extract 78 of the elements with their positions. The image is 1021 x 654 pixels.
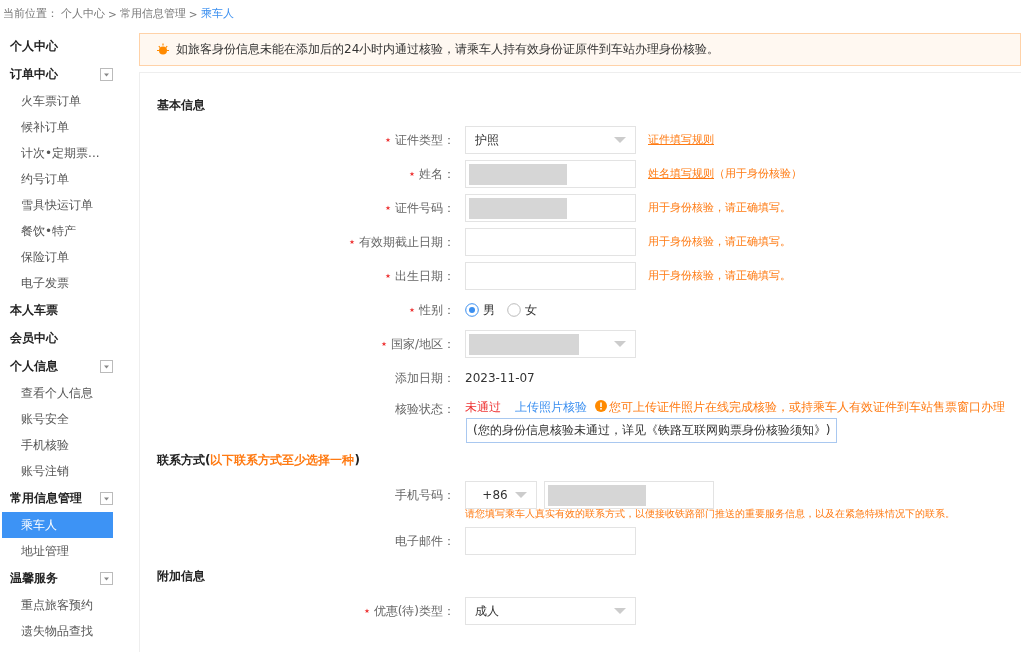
sidebar-item[interactable]: 保险订单 (2, 244, 113, 270)
field-label: 有效期截止日期： (359, 233, 455, 251)
input-field[interactable] (465, 194, 636, 222)
sidebar-item[interactable]: 计次•定期票... (2, 140, 113, 166)
hint-text: 用于身份核验，请正确填写。 (648, 269, 791, 281)
section-note: 以下联系方式至少选择一种 (210, 451, 355, 469)
notice-text: 如旅客身份信息未能在添加后的24小时内通过核验，请乘车人持有效身份证原件到车站办理身份核验。 (176, 41, 720, 58)
field-label: 核验状态： (395, 400, 455, 418)
select-field[interactable] (465, 330, 636, 358)
field-label: 证件号码： (395, 199, 455, 217)
sidebar-item[interactable]: 火车票订单 (2, 88, 113, 114)
sidebar-item[interactable]: 雪具快运订单 (2, 192, 113, 218)
collapse-icon[interactable] (100, 359, 113, 373)
sidebar-heading[interactable]: 本人车票 (10, 301, 58, 319)
breadcrumb-separator: > (108, 8, 117, 20)
sidebar-item[interactable]: 账号注销 (2, 458, 113, 484)
sidebar-heading[interactable]: 订单中心 (10, 65, 58, 83)
upload-link[interactable]: 上传照片核验 (515, 400, 587, 415)
hint-text: 用于身份核验，请正确填写。 (648, 235, 791, 247)
breadcrumb-separator: > (188, 8, 198, 20)
collapse-icon[interactable] (100, 571, 113, 585)
select-field[interactable]: 成人 (465, 597, 636, 625)
dropdown-arrow-icon (614, 608, 626, 614)
field-label: 国家/地区： (390, 335, 455, 353)
input-field[interactable] (465, 527, 636, 555)
collapse-icon[interactable] (100, 491, 113, 505)
dropdown-arrow-icon (614, 137, 626, 143)
hint-text: （用于身份核验） (714, 167, 802, 179)
field-label: 添加日期： (395, 369, 455, 387)
dropdown-arrow-icon (515, 492, 527, 498)
hint-text: 请您填写乘车人真实有效的联系方式，以便接收铁路部门推送的重要服务信息，以及在紧急特殊情况下的联系。 (465, 508, 955, 519)
field-label: 证件类型： (395, 131, 455, 149)
sidebar-heading[interactable]: 温馨服务 (10, 569, 58, 587)
sidebar-item[interactable]: 遗失物品查找 (2, 618, 113, 644)
sidebar-item[interactable]: 候补订单 (2, 114, 113, 140)
tooltip: (您的身份信息核验未通过，详见《铁路互联网购票身份核验须知》) (466, 417, 838, 443)
sidebar-item[interactable]: 查看个人信息 (2, 380, 113, 406)
section-title-end: ) (354, 453, 360, 467)
hint-text: 用于身份核验，请正确填写。 (648, 201, 791, 213)
sidebar-item[interactable]: 账号安全 (2, 406, 113, 432)
sidebar-item[interactable]: 约号订单 (2, 166, 113, 192)
input-field[interactable] (465, 228, 636, 256)
breadcrumb-label: 当前位置： (3, 7, 58, 21)
field-label: 姓名： (419, 165, 455, 183)
section-title: 附加信息 (157, 567, 205, 585)
section-title: 联系方式( (157, 451, 211, 469)
exclamation-icon (595, 400, 607, 412)
collapse-icon[interactable] (100, 67, 113, 81)
sidebar-item[interactable]: 餐饮•特产 (2, 218, 113, 244)
sidebar-item[interactable]: 重点旅客预约 (2, 592, 113, 618)
sidebar-item[interactable]: 电子发票 (2, 270, 113, 296)
section-title: 基本信息 (157, 96, 205, 114)
radio-option[interactable]: 男 (465, 301, 495, 319)
dropdown-arrow-icon (614, 341, 626, 347)
sidebar-item[interactable]: 手机核验 (2, 432, 113, 458)
bulb-icon (156, 42, 170, 57)
field-label: 性别： (419, 301, 455, 319)
sidebar-heading[interactable]: 常用信息管理 (10, 489, 82, 507)
field-label: 优惠(待)类型： (373, 602, 455, 620)
radio-option[interactable]: 女 (507, 301, 537, 319)
sidebar-heading[interactable]: 个人中心 (10, 37, 58, 55)
field-label: 手机号码： (395, 486, 455, 504)
field-value: 2023-11-07 (465, 371, 535, 385)
sidebar-heading[interactable]: 个人信息 (10, 357, 58, 375)
status-note: 您可上传证件照片在线完成核验，或持乘车人有效证件到车站售票窗口办理 (595, 400, 1005, 415)
status-value: 未通过 (465, 400, 501, 415)
breadcrumb-link[interactable]: 常用信息管理 (119, 7, 186, 21)
breadcrumb-link[interactable]: 乘车人 (200, 7, 234, 21)
country-code-select[interactable]: +86 (465, 481, 537, 509)
sidebar-heading[interactable]: 会员中心 (10, 329, 58, 347)
input-field[interactable] (465, 262, 636, 290)
field-label: 出生日期： (395, 267, 455, 285)
input-field[interactable] (465, 160, 636, 188)
field-label: 电子邮件： (395, 532, 455, 550)
sidebar-item[interactable]: 地址管理 (2, 538, 113, 564)
input-field[interactable] (544, 481, 714, 509)
select-field[interactable]: 护照 (465, 126, 636, 154)
breadcrumb-link[interactable]: 个人中心 (61, 7, 105, 21)
